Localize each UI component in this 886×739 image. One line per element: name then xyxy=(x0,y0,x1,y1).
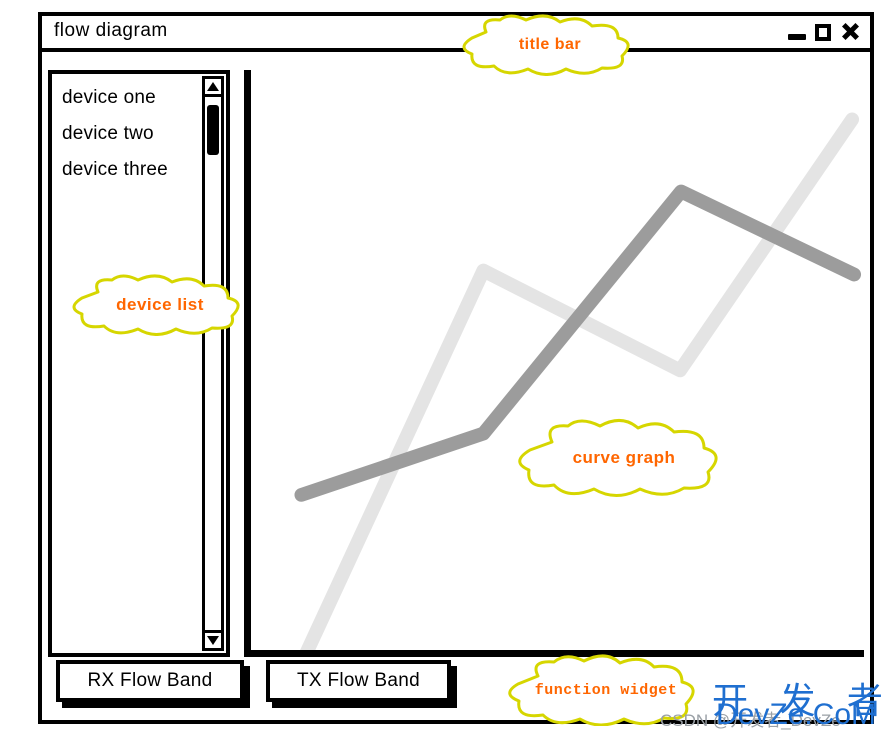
scroll-up-arrow-icon[interactable] xyxy=(205,79,221,97)
device-list-panel: device one device two device three xyxy=(48,70,230,657)
curve-graph-plot xyxy=(294,112,862,650)
close-icon[interactable] xyxy=(840,21,860,42)
rx-flow-band-label: RX Flow Band xyxy=(87,670,213,691)
list-item[interactable]: device three xyxy=(62,152,200,188)
scrollbar-thumb[interactable] xyxy=(207,105,219,155)
list-item[interactable]: device one xyxy=(62,80,200,116)
device-list[interactable]: device one device two device three xyxy=(52,74,200,653)
tx-flow-band-label: TX Flow Band xyxy=(297,670,420,691)
device-list-scrollbar[interactable] xyxy=(202,76,224,651)
function-widget-bar: RX Flow Band TX Flow Band xyxy=(48,660,848,710)
series-dark-line xyxy=(294,184,862,502)
window-title: flow diagram xyxy=(54,20,168,41)
triangle-down-icon xyxy=(207,636,219,645)
title-bar: flow diagram xyxy=(42,16,870,52)
minimize-icon[interactable] xyxy=(788,34,806,40)
scroll-down-arrow-icon[interactable] xyxy=(205,630,221,648)
rx-flow-band-button[interactable]: RX Flow Band xyxy=(56,660,244,702)
triangle-up-icon xyxy=(207,82,219,91)
curve-graph-panel[interactable] xyxy=(244,70,864,657)
window-controls xyxy=(788,19,860,42)
tx-flow-band-button[interactable]: TX Flow Band xyxy=(266,660,451,702)
app-window: flow diagram device one device two devic… xyxy=(38,12,874,724)
list-item[interactable]: device two xyxy=(62,116,200,152)
window-body: device one device two device three RX Fl… xyxy=(42,52,870,720)
maximize-icon[interactable] xyxy=(815,23,831,41)
series-light-line xyxy=(300,112,860,650)
